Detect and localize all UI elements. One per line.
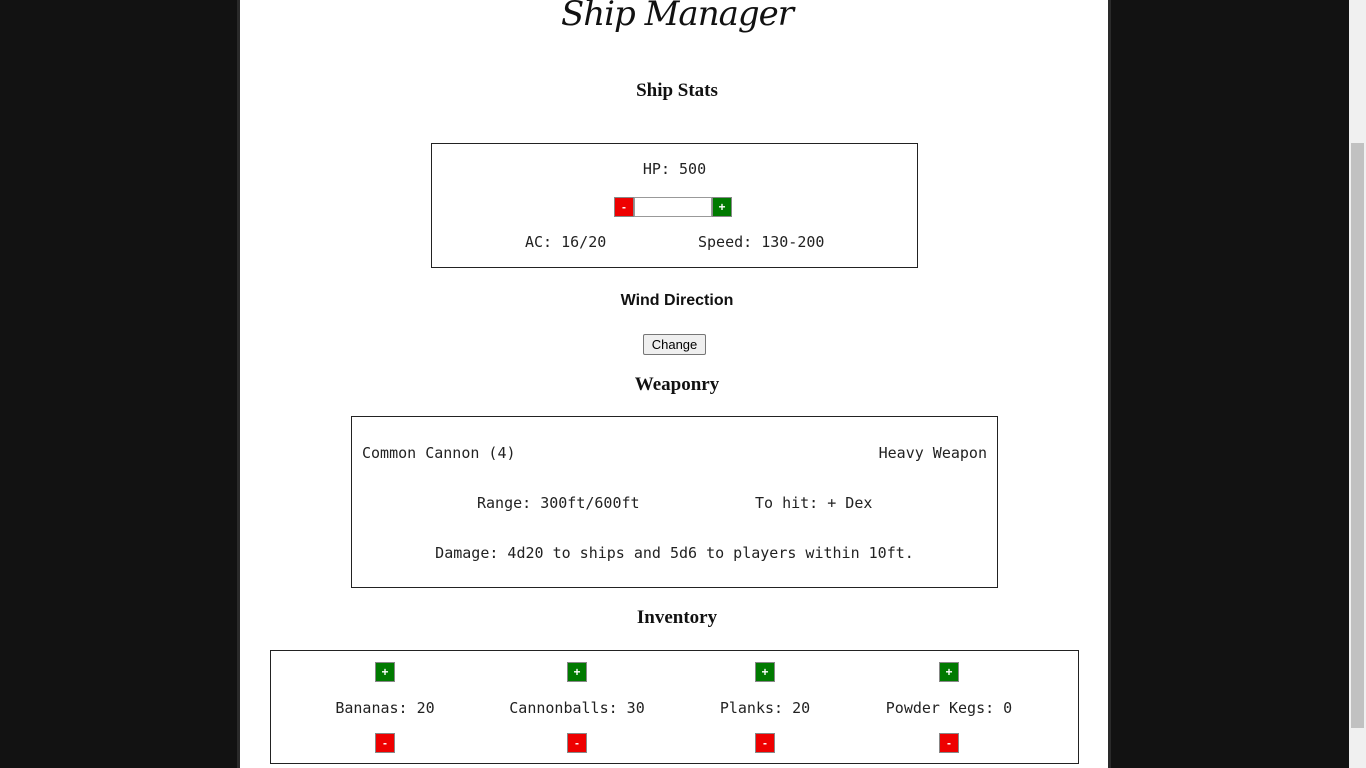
- powder-kegs-decrease-button[interactable]: -: [939, 733, 959, 753]
- inventory-item-powder-kegs: Powder Kegs: 0: [885, 699, 1013, 717]
- ship-stats-heading: Ship Stats: [636, 80, 718, 101]
- speed: Speed: 130-200: [698, 233, 825, 251]
- bananas-increase-button[interactable]: +: [375, 662, 395, 682]
- planks-decrease-button[interactable]: -: [755, 733, 775, 753]
- wind-direction-heading: Wind Direction: [620, 292, 734, 309]
- powder-kegs-increase-button[interactable]: +: [939, 662, 959, 682]
- inventory-item-cannonballs: Cannonballs: 30: [509, 699, 645, 717]
- hp-increase-button[interactable]: +: [712, 197, 732, 217]
- hp-value: HP: 500: [642, 160, 707, 178]
- weapon-class: Heavy Weapon: [878, 444, 987, 462]
- cannonballs-increase-button[interactable]: +: [567, 662, 587, 682]
- weapon-card: Common Cannon (4) Heavy Weapon Range: 30…: [351, 416, 998, 588]
- page-container: Ship Manager Ship Stats HP: 500 - + AC: …: [237, 0, 1111, 768]
- cannonballs-decrease-button[interactable]: -: [567, 733, 587, 753]
- hp-decrease-button[interactable]: -: [614, 197, 634, 217]
- hp-adjust-input[interactable]: [634, 197, 712, 217]
- scrollbar-thumb[interactable]: [1351, 143, 1364, 728]
- weapon-range: Range: 300ft/600ft: [477, 494, 640, 512]
- inventory-item-bananas: Bananas: 20: [335, 699, 435, 717]
- inventory-heading: Inventory: [636, 607, 718, 628]
- planks-increase-button[interactable]: +: [755, 662, 775, 682]
- page-title: Ship Manager: [560, 0, 794, 34]
- inventory-item-planks: Planks: 20: [719, 699, 811, 717]
- weapon-to-hit: To hit: + Dex: [755, 494, 873, 512]
- armor-class: AC: 16/20: [525, 233, 607, 251]
- ship-stats-panel: HP: 500 - + AC: 16/20 Speed: 130-200: [431, 143, 918, 268]
- weapon-damage: Damage: 4d20 to ships and 5d6 to players…: [435, 544, 914, 562]
- bananas-decrease-button[interactable]: -: [375, 733, 395, 753]
- weapon-name: Common Cannon (4): [362, 444, 516, 462]
- inventory-panel: + Bananas: 20 - + Cannonballs: 30 - + Pl…: [270, 650, 1079, 764]
- weaponry-heading: Weaponry: [634, 374, 720, 395]
- vertical-scrollbar[interactable]: [1349, 0, 1366, 768]
- change-wind-button[interactable]: Change: [643, 334, 706, 355]
